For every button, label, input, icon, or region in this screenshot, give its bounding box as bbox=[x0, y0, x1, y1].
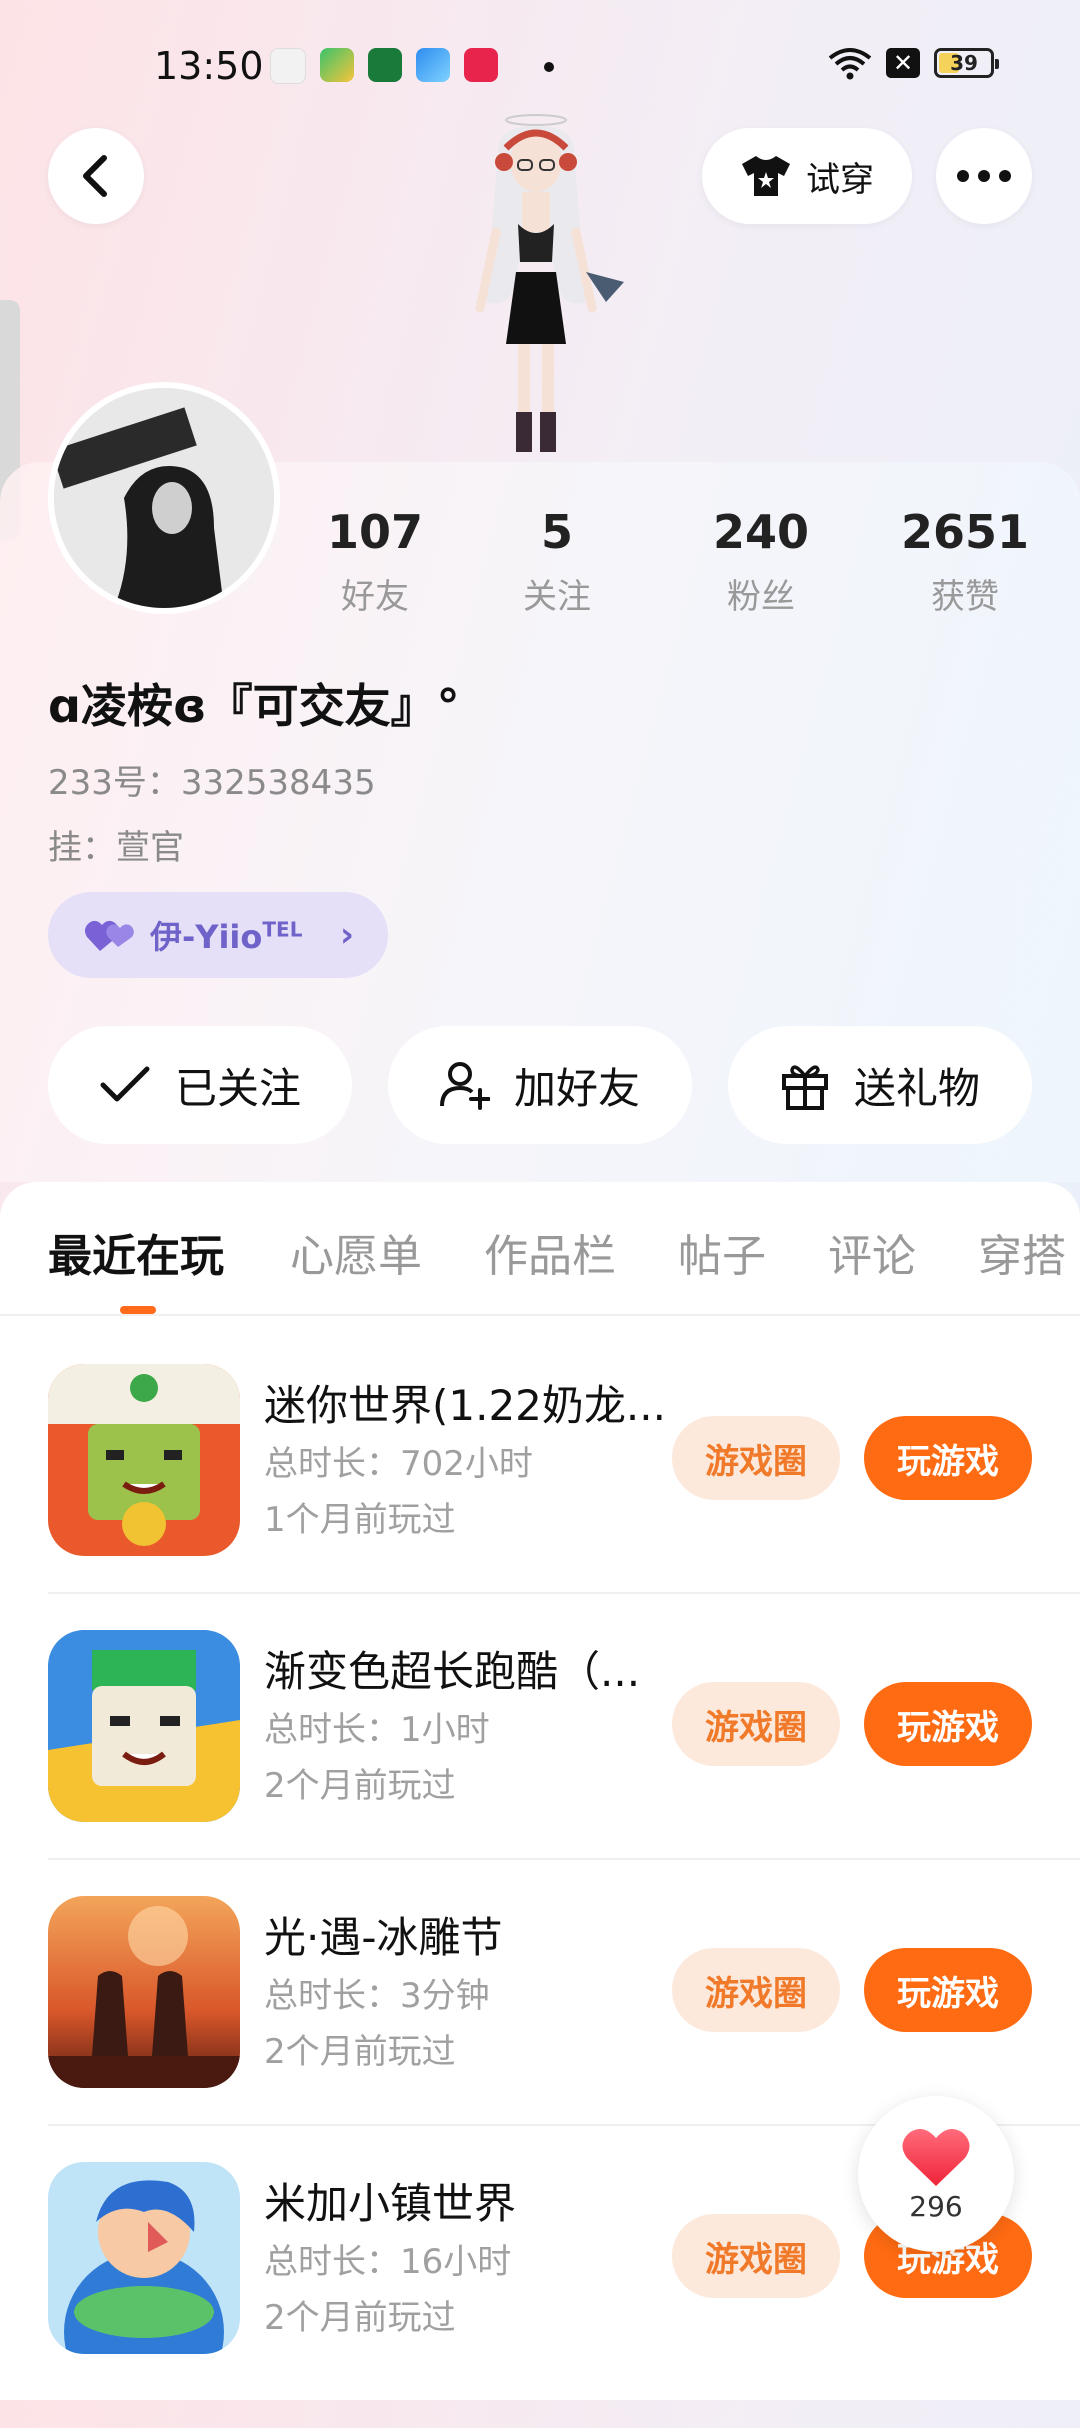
game-last-played: 2个月前玩过 bbox=[264, 2032, 456, 2072]
game-circle-button[interactable]: 游戏圈 bbox=[672, 1948, 840, 2032]
send-gift-button[interactable]: 送礼物 bbox=[728, 1026, 1032, 1144]
list-item[interactable]: 迷你世界(1.22奶龙... 总时长：702小时 1个月前玩过 游戏圈 玩游戏 bbox=[0, 1364, 1080, 1630]
heart-icon bbox=[902, 2128, 970, 2186]
followed-label: 已关注 bbox=[174, 1063, 301, 1113]
game-icon-sky bbox=[48, 1896, 240, 2088]
game-name: 渐变色超长跑酷（... bbox=[264, 1647, 641, 1696]
game-icon-miga-town bbox=[48, 2162, 240, 2354]
back-arrow-icon bbox=[83, 155, 107, 197]
stat-value: 240 bbox=[712, 505, 810, 559]
active-tab-indicator bbox=[120, 1306, 156, 1314]
stat-label: 关注 bbox=[523, 577, 591, 617]
wifi-icon bbox=[828, 48, 872, 80]
more-options-button[interactable] bbox=[936, 128, 1032, 224]
stat-fans[interactable]: 240 粉丝 bbox=[686, 505, 836, 618]
tab-recently-played[interactable]: 最近在玩 bbox=[48, 1220, 224, 1284]
divider bbox=[48, 1592, 1080, 1594]
user-id[interactable]: 233号：332538435 bbox=[48, 755, 376, 804]
add-user-icon bbox=[439, 1062, 490, 1110]
stat-likes[interactable]: 2651 获赞 bbox=[890, 505, 1040, 618]
tab-divider bbox=[0, 1314, 1080, 1316]
followed-button[interactable]: 已关注 bbox=[48, 1026, 352, 1144]
game-duration: 总时长：3分钟 bbox=[264, 1976, 490, 2016]
battery-level: 39 bbox=[950, 51, 978, 75]
check-icon bbox=[100, 1066, 150, 1102]
stat-value: 5 bbox=[540, 505, 573, 559]
game-duration: 总时长：16小时 bbox=[264, 2242, 512, 2282]
couple-name-sup: TEL bbox=[262, 917, 303, 942]
try-on-button[interactable]: 试穿 bbox=[702, 128, 912, 224]
couple-name: 伊-YiioTEL bbox=[150, 912, 302, 958]
notification-icons bbox=[270, 48, 498, 84]
map-app-icon bbox=[270, 48, 306, 84]
hang-tag: 挂：萱官 bbox=[48, 828, 184, 868]
play-game-button[interactable]: 玩游戏 bbox=[864, 1682, 1032, 1766]
status-indicators: ✕ 39 bbox=[828, 46, 999, 80]
profile-tabs: 最近在玩 心愿单 作品栏 帖子 评论 穿搭 bbox=[0, 1220, 1080, 1310]
game-name: 光·遇-冰雕节 bbox=[264, 1913, 503, 1962]
stat-following[interactable]: 5 关注 bbox=[482, 505, 632, 618]
battery-icon: 39 bbox=[934, 48, 999, 78]
game-name: 迷你世界(1.22奶龙... bbox=[264, 1381, 666, 1430]
stat-label: 粉丝 bbox=[727, 577, 795, 617]
back-button[interactable] bbox=[48, 128, 144, 224]
tab-posts[interactable]: 帖子 bbox=[678, 1220, 766, 1284]
gift-icon bbox=[781, 1065, 828, 1110]
avatar-photo bbox=[54, 388, 274, 608]
status-time: 13:50 bbox=[154, 44, 264, 88]
game-icon-mini-world bbox=[48, 1364, 240, 1556]
no-sim-icon: ✕ bbox=[886, 48, 920, 78]
game-circle-button[interactable]: 游戏圈 bbox=[672, 2214, 840, 2298]
like-count: 296 bbox=[909, 2189, 963, 2223]
game-last-played: 2个月前玩过 bbox=[264, 2298, 456, 2338]
game-last-played: 1个月前玩过 bbox=[264, 1500, 456, 1540]
game-last-played: 2个月前玩过 bbox=[264, 1766, 456, 1806]
like-float-button[interactable]: 296 bbox=[858, 2096, 1014, 2252]
browser-icon bbox=[416, 48, 450, 82]
double-heart-icon bbox=[84, 920, 134, 951]
divider bbox=[48, 1858, 1080, 1860]
tab-outfits[interactable]: 穿搭 bbox=[978, 1220, 1066, 1284]
chevron-right-icon: › bbox=[339, 915, 354, 955]
oppo-store-icon bbox=[368, 48, 402, 82]
ellipsis-icon bbox=[957, 170, 1011, 182]
send-gift-label: 送礼物 bbox=[853, 1063, 980, 1113]
nickname: ɑ凌桉ɞ『可交友』° bbox=[48, 679, 460, 733]
game-icon-parkour bbox=[48, 1630, 240, 1822]
tab-wishlist[interactable]: 心愿单 bbox=[290, 1220, 422, 1284]
music-app-icon bbox=[464, 48, 498, 82]
stat-value: 107 bbox=[326, 505, 424, 559]
game-center-icon bbox=[320, 48, 354, 82]
add-friend-label: 加好友 bbox=[513, 1063, 640, 1113]
couple-name-text: 伊-Yiio bbox=[150, 918, 263, 956]
tab-comments[interactable]: 评论 bbox=[828, 1220, 916, 1284]
game-duration: 总时长：1小时 bbox=[264, 1710, 490, 1750]
more-notifications-icon bbox=[544, 62, 554, 72]
couple-badge[interactable]: 伊-YiioTEL › bbox=[48, 892, 388, 978]
list-item[interactable]: 渐变色超长跑酷（... 总时长：1小时 2个月前玩过 游戏圈 玩游戏 bbox=[0, 1630, 1080, 1896]
game-duration: 总时长：702小时 bbox=[264, 1444, 533, 1484]
stat-value: 2651 bbox=[900, 505, 1030, 559]
game-circle-button[interactable]: 游戏圈 bbox=[672, 1416, 840, 1500]
play-game-button[interactable]: 玩游戏 bbox=[864, 1416, 1032, 1500]
tab-works[interactable]: 作品栏 bbox=[484, 1220, 616, 1284]
character-illustration bbox=[475, 114, 624, 452]
stat-friends[interactable]: 107 好友 bbox=[300, 505, 450, 618]
avatar[interactable] bbox=[48, 382, 280, 614]
add-friend-button[interactable]: 加好友 bbox=[388, 1026, 692, 1144]
stat-label: 好友 bbox=[341, 577, 409, 617]
tshirt-icon bbox=[742, 156, 790, 196]
avatar-3d-figure[interactable] bbox=[436, 112, 636, 462]
play-game-button[interactable]: 玩游戏 bbox=[864, 1948, 1032, 2032]
game-name: 米加小镇世界 bbox=[264, 2179, 517, 2228]
try-on-label: 试穿 bbox=[806, 159, 874, 200]
stat-label: 获赞 bbox=[931, 577, 999, 617]
game-circle-button[interactable]: 游戏圈 bbox=[672, 1682, 840, 1766]
